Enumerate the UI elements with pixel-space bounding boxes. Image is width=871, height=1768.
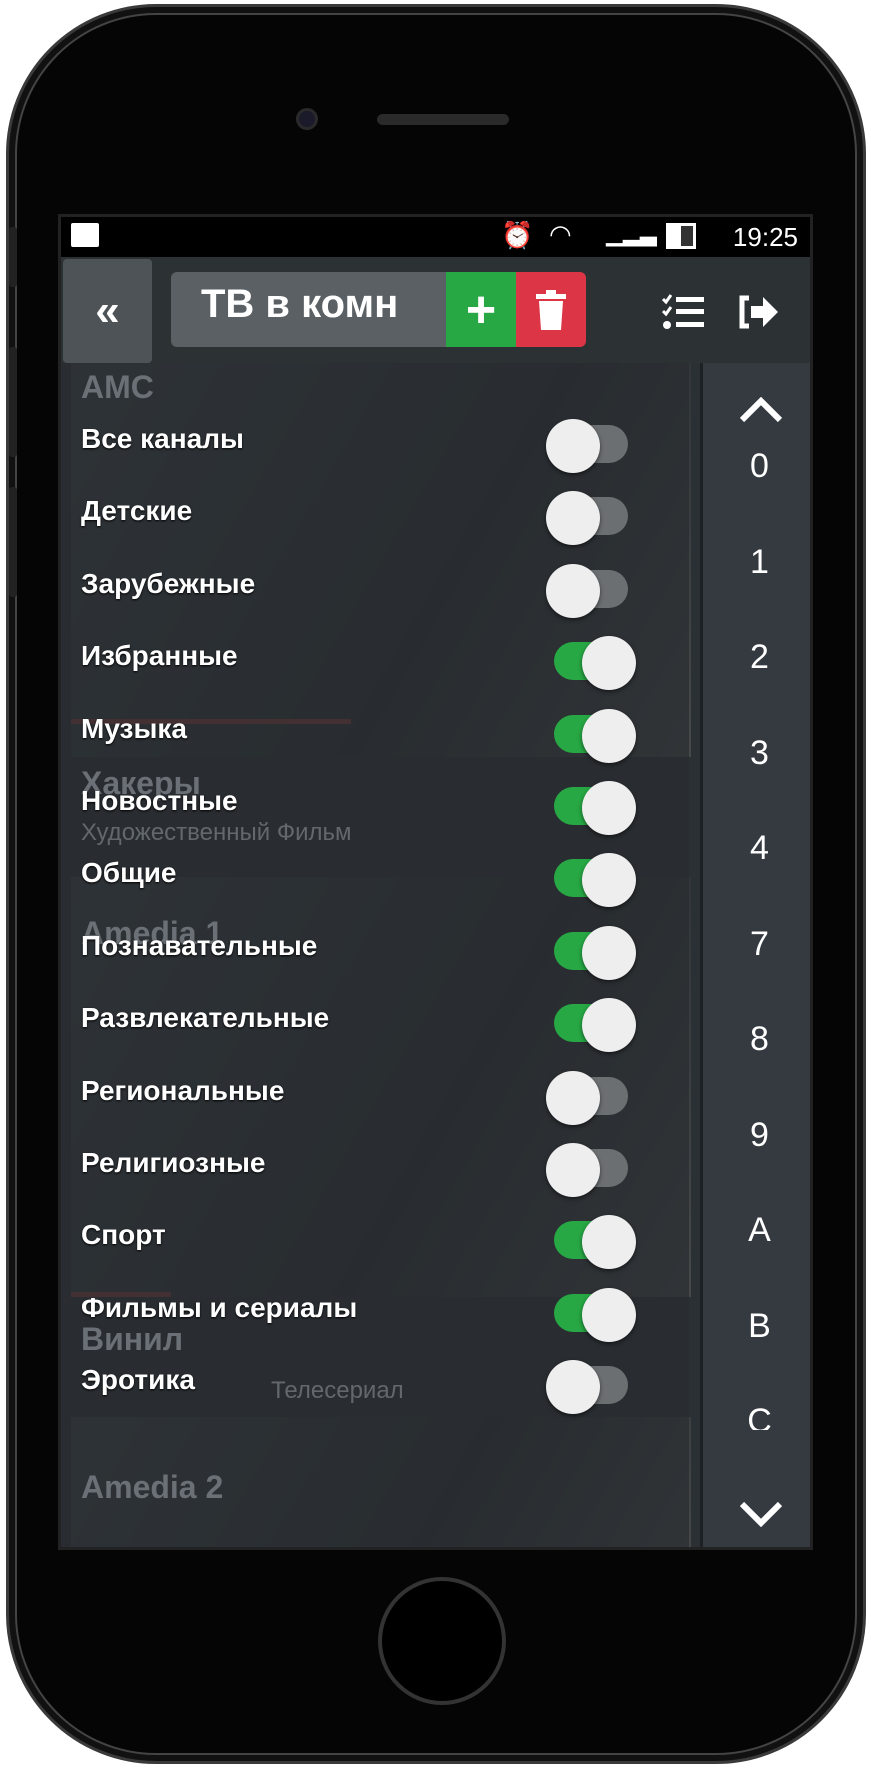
category-toggle[interactable] (546, 998, 636, 1053)
plus-icon: + (465, 280, 497, 339)
alarm-icon: ⏰ (501, 220, 534, 250)
category-toggle[interactable] (546, 419, 636, 473)
index-letter[interactable]: C (703, 1402, 810, 1430)
add-button[interactable]: + (446, 272, 516, 347)
checklist-icon (662, 294, 704, 329)
home-button[interactable] (378, 1577, 506, 1705)
chevron-down-icon[interactable] (739, 1501, 783, 1527)
wifi-icon: ◠ (549, 219, 572, 249)
exit-button[interactable] (728, 282, 788, 342)
toggle-knob (582, 781, 636, 835)
category-toggle[interactable] (546, 563, 636, 618)
category-toggle[interactable] (546, 1070, 636, 1125)
battery-icon (666, 223, 696, 249)
category-toggle[interactable] (546, 925, 636, 980)
signal-icon: ▁▂▃ (606, 221, 657, 246)
toolbar: « ТВ в комн + (61, 257, 810, 363)
category-toggle[interactable] (546, 1143, 636, 1197)
trash-icon (536, 289, 566, 330)
delete-button[interactable] (516, 272, 586, 347)
toggle-knob (582, 925, 636, 980)
toggle-knob (546, 1360, 600, 1415)
index-letter[interactable]: 3 (703, 734, 810, 773)
index-letter[interactable]: 4 (703, 829, 810, 868)
toggle-knob (582, 708, 636, 763)
toggle-knob (546, 1070, 600, 1125)
volume-down-button (9, 487, 17, 597)
playlist-name: ТВ в комн (201, 282, 399, 326)
status-bar: ⏰ ◠ ▁▂▃ 19:25 (61, 217, 810, 257)
category-toggle[interactable] (546, 853, 636, 908)
index-letter[interactable]: B (703, 1307, 810, 1346)
toggle-knob (546, 1143, 600, 1197)
clock: 19:25 (732, 222, 798, 252)
toggle-knob (546, 491, 600, 546)
front-camera (296, 108, 318, 130)
index-letter[interactable]: A (703, 1211, 810, 1250)
toggle-knob (582, 636, 636, 691)
category-toggle[interactable] (546, 1215, 636, 1270)
category-toggle[interactable] (546, 1360, 636, 1415)
category-toggle[interactable] (546, 1287, 636, 1342)
index-letter[interactable]: 8 (703, 1020, 810, 1059)
gallery-notification-icon (71, 223, 99, 247)
category-toggle[interactable] (546, 781, 636, 835)
toggle-knob (582, 998, 636, 1053)
category-toggle[interactable] (546, 491, 636, 546)
category-toggle[interactable] (546, 636, 636, 691)
chevron-up-icon[interactable] (739, 397, 783, 423)
mute-switch (9, 227, 17, 287)
toggle-knob (582, 1215, 636, 1270)
checklist-button[interactable] (653, 282, 713, 342)
back-button[interactable]: « (63, 259, 152, 363)
toggle-knob (546, 419, 600, 473)
index-letter[interactable]: 9 (703, 1116, 810, 1155)
double-chevron-left-icon: « (95, 286, 120, 335)
alphabet-index[interactable]: 0 1 2 3 4 7 8 9 A B C (700, 363, 810, 1547)
sign-out-icon (739, 295, 778, 329)
toggle-knob (546, 563, 600, 618)
index-letter[interactable]: 0 (703, 447, 810, 486)
volume-up-button (9, 347, 17, 457)
index-letter[interactable]: 2 (703, 638, 810, 677)
toggle-knob (582, 1287, 636, 1342)
app-screen: AMC Хакеры Художественный Фильм Amedia 1… (58, 214, 813, 1550)
index-letter[interactable]: 7 (703, 925, 810, 964)
earpiece-speaker (377, 114, 509, 125)
index-letter[interactable]: 1 (703, 543, 810, 582)
toggle-knob (582, 853, 636, 908)
playlist-name-field[interactable]: ТВ в комн (171, 272, 446, 347)
category-toggle[interactable] (546, 708, 636, 763)
